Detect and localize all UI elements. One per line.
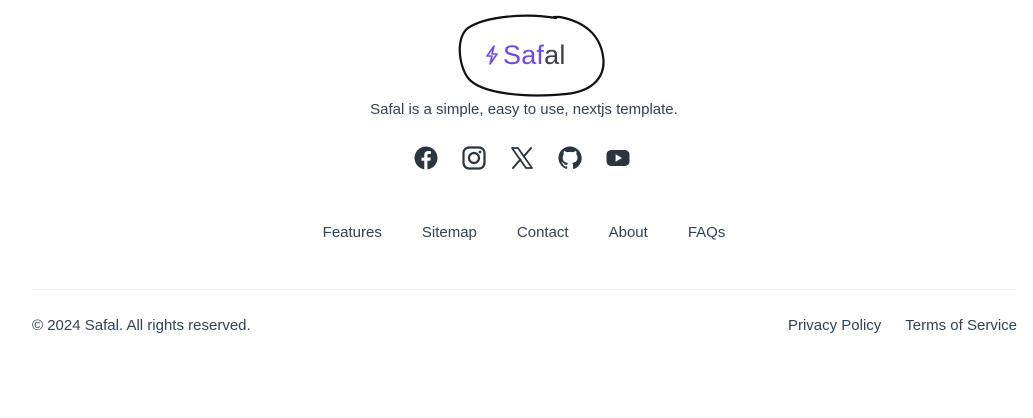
copyright-text: © 2024 Safal. All rights reserved.: [32, 317, 251, 334]
logo-link[interactable]: Safal: [484, 39, 566, 71]
nav-link-faqs[interactable]: FAQs: [688, 224, 726, 241]
facebook-link[interactable]: [414, 146, 438, 170]
logo-annotation-area: Safal: [456, 12, 608, 100]
nav-link-features[interactable]: Features: [323, 224, 382, 241]
brand-name-main: Saf: [503, 40, 545, 70]
footer-nav: Features Sitemap Contact About FAQs: [0, 224, 1033, 241]
lightning-bolt-icon: [486, 45, 498, 65]
instagram-link[interactable]: [462, 146, 486, 170]
youtube-icon: [606, 150, 630, 166]
terms-of-service-link[interactable]: Terms of Service: [905, 317, 1017, 334]
brand-name: Safal: [503, 39, 566, 71]
nav-link-sitemap[interactable]: Sitemap: [422, 224, 477, 241]
youtube-link[interactable]: [606, 146, 630, 170]
brand-name-tail: al: [544, 40, 566, 70]
facebook-icon: [414, 146, 438, 170]
github-icon: [558, 146, 582, 170]
legal-links: Privacy Policy Terms of Service: [788, 317, 1017, 334]
tagline: Safal is a simple, easy to use, nextjs t…: [370, 101, 678, 118]
nav-link-contact[interactable]: Contact: [517, 224, 569, 241]
instagram-icon: [462, 146, 486, 170]
site-footer: Safal Safal is a simple, easy to use, ne…: [0, 0, 1033, 418]
social-links: [414, 146, 630, 170]
x-link[interactable]: [510, 146, 534, 170]
footer-divider: [32, 289, 1017, 290]
x-icon: [511, 147, 533, 169]
nav-link-about[interactable]: About: [609, 224, 648, 241]
privacy-policy-link[interactable]: Privacy Policy: [788, 317, 881, 334]
github-link[interactable]: [558, 146, 582, 170]
